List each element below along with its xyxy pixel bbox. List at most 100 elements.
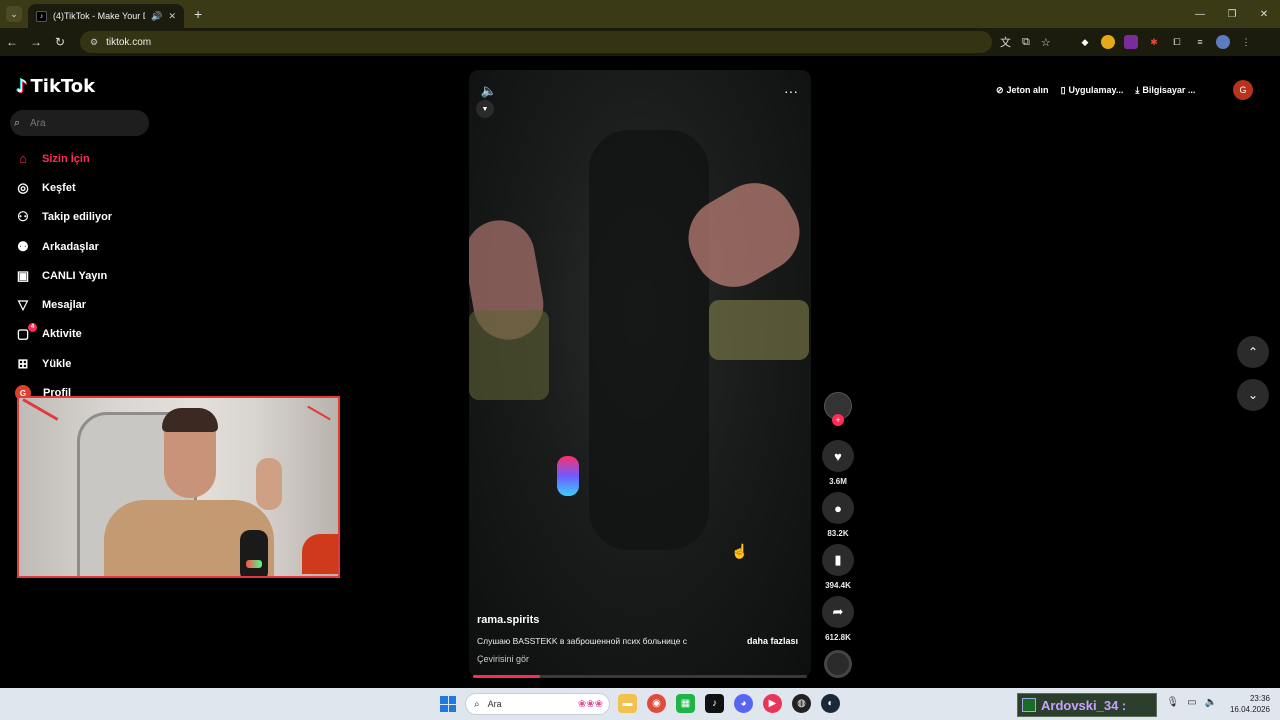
steam-icon[interactable]: ◐ bbox=[821, 694, 840, 713]
sidebar-item-label: Keşfet bbox=[42, 181, 76, 194]
tray-chevron-icon[interactable]: ⌃ bbox=[1150, 697, 1158, 708]
system-tray: ⌃ 🎙 ▭ 🔈 bbox=[1150, 697, 1217, 708]
mouse-cursor-icon: ☝ bbox=[731, 543, 749, 559]
friends-icon: ⚉ bbox=[17, 238, 29, 254]
sidebar-item-messages[interactable]: ▽ Mesajlar bbox=[14, 290, 112, 319]
logo-text: TikTok bbox=[30, 76, 96, 97]
sidebar-item-upload[interactable]: ⊞ Yükle bbox=[14, 349, 112, 378]
tiktok-page: ♪ TikTok ⌕ ⌂ Sizin İçin ◎ Keşfet ⚇ Takip… bbox=[0, 56, 1280, 688]
cast-icon[interactable]: ⧉ bbox=[1022, 36, 1030, 49]
extensions-puzzle-icon[interactable]: ⧠ bbox=[1170, 35, 1184, 49]
extension-coin-icon[interactable] bbox=[1101, 35, 1115, 49]
reading-list-icon[interactable]: ≡ bbox=[1193, 35, 1207, 49]
translate-icon[interactable]: 文 bbox=[1000, 34, 1011, 50]
taskbar-clock[interactable]: 23:36 16.04.2026 bbox=[1228, 693, 1270, 715]
close-window-button[interactable]: ✕ bbox=[1248, 9, 1280, 20]
tab-search-button[interactable]: ⌄ bbox=[6, 6, 22, 22]
mic-icon[interactable]: 🎙 bbox=[1166, 697, 1179, 708]
previous-video-button[interactable]: ⌃ bbox=[1237, 336, 1269, 368]
taskbar-search[interactable]: ⌕ Ara ❀❀❀ bbox=[465, 693, 610, 715]
chrome-menu-icon[interactable]: ⋮ bbox=[1239, 35, 1253, 49]
sidebar-item-friends[interactable]: ⚉ Arkadaşlar bbox=[14, 232, 112, 261]
streamer bbox=[104, 408, 282, 576]
obs-icon[interactable]: ◍ bbox=[792, 694, 811, 713]
webcam-frame-decoration bbox=[307, 405, 331, 421]
new-tab-button[interactable]: + bbox=[194, 6, 202, 22]
browser-tab[interactable]: ♪ (4)TikTok - Make Your Day 🔊 ✕ bbox=[28, 4, 184, 28]
follow-plus-icon[interactable]: + bbox=[832, 414, 844, 426]
search-icon: ⌕ bbox=[14, 116, 21, 129]
file-explorer-icon[interactable]: ▬ bbox=[618, 694, 637, 713]
back-button[interactable]: ← bbox=[0, 35, 24, 49]
green-app-icon[interactable]: ▦ bbox=[676, 694, 695, 713]
tiktok-app-icon[interactable]: ♪ bbox=[705, 694, 724, 713]
get-coins-button[interactable]: ⊘ Jeton alın bbox=[996, 85, 1049, 96]
get-coins-label: Jeton alın bbox=[1006, 85, 1049, 95]
like-action[interactable]: ♥ 3.6M bbox=[822, 440, 854, 486]
next-video-button[interactable]: ⌄ bbox=[1237, 379, 1269, 411]
terminal-icon bbox=[1022, 698, 1036, 712]
more-options-icon[interactable]: ··· bbox=[780, 80, 802, 102]
speaker-icon[interactable]: 🔊 bbox=[151, 11, 162, 22]
clock-time: 23:36 bbox=[1249, 694, 1270, 703]
extension-purple-icon[interactable] bbox=[1124, 35, 1138, 49]
windows-start-icon[interactable] bbox=[440, 696, 456, 712]
live-icon: ▣ bbox=[16, 267, 30, 283]
chrome-icon[interactable]: ◉ bbox=[647, 694, 666, 713]
minimize-button[interactable]: — bbox=[1184, 9, 1216, 20]
comment-count: 83.2K bbox=[827, 529, 849, 538]
get-app-button[interactable]: ▯ Uygulamay... bbox=[1061, 85, 1124, 96]
site-info-icon[interactable]: ⚙ bbox=[90, 37, 98, 48]
search-box: ⌕ bbox=[10, 110, 149, 136]
close-tab-icon[interactable]: ✕ bbox=[168, 11, 176, 22]
coin-icon: ⊘ bbox=[996, 84, 1004, 95]
tray-overlay: Ardovski_34 : bbox=[1017, 693, 1157, 717]
desktop-app-button[interactable]: ⤓ Bilgisayar ... bbox=[1135, 85, 1195, 96]
chrome-profile-icon[interactable] bbox=[1216, 35, 1230, 49]
webcam-overlay bbox=[17, 396, 340, 578]
extension-diamond-icon[interactable]: ◆ bbox=[1078, 35, 1092, 49]
media-player-icon[interactable]: ▶ bbox=[763, 694, 782, 713]
caption-more-link[interactable]: daha fazlası bbox=[747, 636, 798, 646]
bookmark-icon[interactable]: ▮ bbox=[822, 544, 854, 576]
sidebar-item-explore[interactable]: ◎ Keşfet bbox=[14, 173, 112, 202]
heart-icon[interactable]: ♥ bbox=[822, 440, 854, 472]
reload-button[interactable]: ↻ bbox=[48, 35, 72, 49]
tiktok-note-icon: ♪ bbox=[16, 76, 28, 97]
browser-toolbar: ← → ↻ ⚙ tiktok.com 文 ⧉ ☆ ◆ ✱ ⧠ ≡ ⋮ bbox=[0, 28, 1280, 56]
sidebar-item-following[interactable]: ⚇ Takip ediliyor bbox=[14, 203, 112, 232]
monitor-icon[interactable]: ▭ bbox=[1187, 697, 1196, 708]
sidebar-item-live[interactable]: ▣ CANLI Yayın bbox=[14, 261, 112, 290]
forward-button[interactable]: → bbox=[24, 35, 48, 49]
comment-action[interactable]: ● 83.2K bbox=[822, 492, 854, 538]
windows-taskbar: ⌕ Ara ❀❀❀ ▬ ◉ ▦ ♪ ◕ ▶ ◍ ◐ Ardovski_34 : … bbox=[0, 688, 1280, 720]
music-disc-icon[interactable] bbox=[824, 650, 852, 678]
search-input[interactable] bbox=[30, 117, 140, 129]
volume-icon[interactable]: 🔈 bbox=[478, 80, 500, 102]
sidebar-item-activity[interactable]: ▢ 4 Aktivite bbox=[14, 320, 112, 349]
comment-icon[interactable]: ● bbox=[822, 492, 854, 524]
restore-button[interactable]: ❐ bbox=[1216, 9, 1248, 20]
see-translation-link[interactable]: Çevirisini gör bbox=[477, 654, 529, 664]
share-icon[interactable]: ➦ bbox=[822, 596, 854, 628]
user-avatar[interactable]: G bbox=[1233, 80, 1253, 100]
video-author[interactable]: rama.spirits bbox=[477, 614, 539, 626]
volume-slider-handle[interactable]: ▼ bbox=[476, 100, 494, 118]
video-figure bbox=[589, 130, 709, 550]
bookmark-star-icon[interactable]: ☆ bbox=[1041, 36, 1051, 49]
address-bar[interactable]: ⚙ tiktok.com bbox=[80, 31, 992, 53]
video-progress-bar[interactable] bbox=[473, 675, 807, 678]
sidebar-item-for-you[interactable]: ⌂ Sizin İçin bbox=[14, 144, 112, 173]
discord-icon[interactable]: ◕ bbox=[734, 694, 753, 713]
activity-badge: 4 bbox=[28, 322, 37, 332]
streamer-hair bbox=[162, 408, 218, 432]
save-action[interactable]: ▮ 394.4K bbox=[822, 544, 854, 590]
extension-bug-icon[interactable]: ✱ bbox=[1147, 35, 1161, 49]
sidebar-nav: ⌂ Sizin İçin ◎ Keşfet ⚇ Takip ediliyor ⚉… bbox=[14, 144, 112, 408]
share-action[interactable]: ➦ 612.8K bbox=[822, 596, 854, 642]
tiktok-logo[interactable]: ♪ TikTok bbox=[16, 76, 95, 97]
video-player[interactable] bbox=[469, 70, 811, 678]
taskbar-apps: ▬ ◉ ▦ ♪ ◕ ▶ ◍ ◐ bbox=[618, 694, 840, 713]
volume-icon[interactable]: 🔈 bbox=[1205, 697, 1217, 708]
sidebar-item-label: CANLI Yayın bbox=[42, 269, 108, 282]
